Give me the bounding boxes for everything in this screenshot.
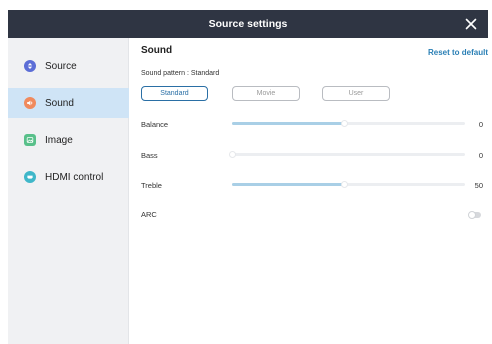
sidebar: Source Sound Image HDMI control: [8, 38, 129, 344]
arc-toggle-thumb: [468, 211, 476, 219]
source-icon: [24, 60, 36, 72]
bass-label: Bass: [141, 151, 158, 160]
bass-slider-handle[interactable]: [229, 151, 236, 158]
bass-value: 0: [478, 151, 483, 160]
sound-icon: [24, 97, 36, 109]
section-title: Sound: [141, 45, 173, 56]
balance-slider-handle[interactable]: [340, 120, 348, 127]
title-bar: Source settings: [8, 10, 488, 38]
sidebar-item-image[interactable]: Image: [8, 125, 129, 155]
sound-pattern-line: Sound pattern : Standard: [141, 70, 219, 77]
main-content: Sound Reset to default Sound pattern : S…: [130, 38, 488, 344]
sidebar-item-label: Sound: [45, 97, 74, 109]
balance-slider[interactable]: [232, 120, 465, 127]
arc-toggle[interactable]: [468, 211, 481, 219]
sidebar-item-hdmi-control[interactable]: HDMI control: [8, 162, 129, 192]
sidebar-item-sound[interactable]: Sound: [8, 88, 129, 118]
treble-value: 50: [474, 181, 483, 190]
treble-label: Treble: [141, 181, 162, 190]
sound-pattern-current: Standard: [190, 70, 220, 77]
pattern-button-user[interactable]: User: [322, 86, 390, 101]
sidebar-item-label: Source: [45, 60, 77, 72]
treble-slider-handle[interactable]: [340, 181, 348, 188]
image-icon: [24, 134, 36, 146]
sound-pattern-separator: :: [186, 70, 189, 77]
pattern-button-movie[interactable]: Movie: [232, 86, 300, 101]
sidebar-item-source[interactable]: Source: [8, 51, 129, 81]
reset-to-default-link[interactable]: Reset to default: [428, 48, 488, 57]
sidebar-item-label: HDMI control: [45, 171, 104, 183]
balance-slider-fill: [232, 122, 344, 125]
hdmi-control-icon: [24, 171, 36, 183]
sidebar-item-label: Image: [45, 134, 73, 146]
bass-slider[interactable]: [229, 151, 465, 158]
arc-label: ARC: [141, 210, 157, 219]
treble-slider-fill: [232, 183, 344, 186]
sound-pattern-label: Sound pattern: [141, 70, 185, 77]
balance-value: 0: [478, 120, 483, 129]
pattern-button-standard[interactable]: Standard: [141, 86, 208, 101]
treble-slider[interactable]: [232, 181, 465, 188]
window-title: Source settings: [208, 18, 288, 30]
balance-label: Balance: [141, 120, 169, 129]
close-icon[interactable]: [462, 15, 480, 33]
